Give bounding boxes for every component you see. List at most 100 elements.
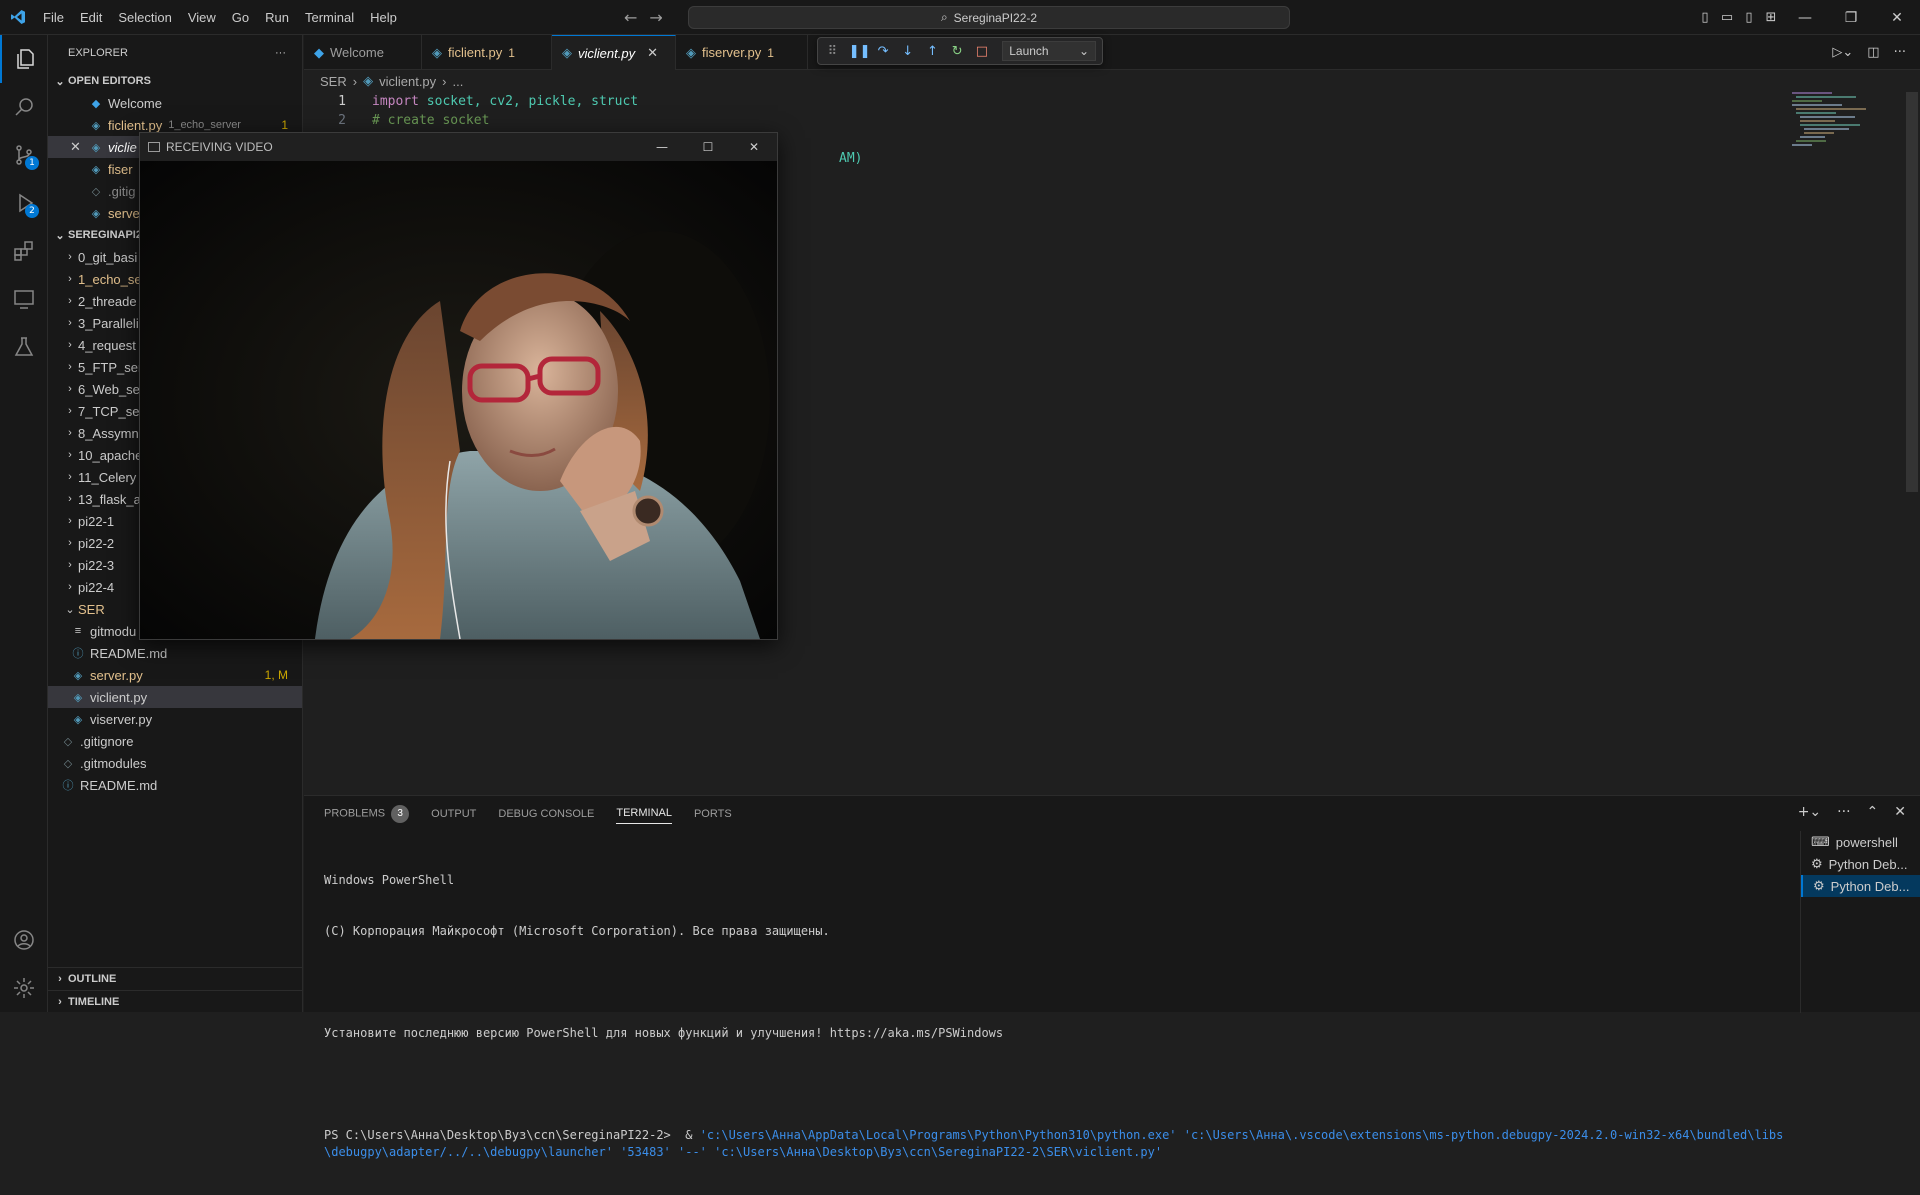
back-arrow-icon[interactable]: ← — [624, 8, 637, 27]
run-file-icon[interactable]: ▷⌄ — [1832, 45, 1853, 60]
file-viserver-py[interactable]: ◈ viserver.py — [48, 708, 302, 730]
settings-gear-icon[interactable] — [0, 964, 48, 1012]
chevron-right-icon: › — [68, 515, 72, 527]
restore-icon[interactable]: ❐ — [1828, 0, 1874, 35]
tab-welcome[interactable]: ◆ Welcome — [304, 35, 422, 70]
video-window-controls: — ☐ ✕ — [639, 133, 777, 161]
file-readme-ser[interactable]: ⓘ README.md — [48, 642, 302, 664]
tab-problem-count: 1 — [767, 45, 774, 60]
folder-label: 13_flask_a — [78, 491, 141, 507]
extensions-icon[interactable] — [0, 227, 48, 275]
tab-viclient[interactable]: ◈ viclient.py ✕ — [552, 35, 676, 70]
folder-label: pi22-1 — [78, 513, 115, 529]
command-center-search[interactable]: ⌕ SereginaPI22-2 — [688, 6, 1290, 29]
breadcrumb-folder[interactable]: SER — [320, 74, 347, 89]
menu-edit[interactable]: Edit — [72, 0, 110, 35]
outline-header[interactable]: › OUTLINE — [48, 968, 303, 990]
drag-handle-icon[interactable]: ⠿ — [824, 44, 841, 59]
tab-problems[interactable]: PROBLEMS 3 — [324, 804, 410, 823]
step-into-icon[interactable]: ↓ — [899, 44, 916, 59]
file-gitignore-root[interactable]: ◇ .gitignore — [48, 730, 302, 752]
account-icon[interactable] — [0, 916, 48, 964]
tab-output[interactable]: OUTPUT — [431, 808, 476, 820]
menu-terminal[interactable]: Terminal — [297, 0, 362, 35]
run-debug-icon[interactable]: 2 — [0, 179, 48, 227]
open-editors-header[interactable]: ⌄ OPEN EDITORS — [48, 70, 302, 92]
toggle-sidebar-icon[interactable]: ▯ — [1694, 0, 1716, 35]
more-actions-icon[interactable]: ··· — [275, 47, 286, 59]
open-editor-welcome[interactable]: ◆ Welcome — [48, 92, 302, 114]
tab-terminal[interactable]: TERMINAL — [616, 807, 672, 824]
terminal-icon: ⌨ — [1811, 834, 1830, 849]
step-out-icon[interactable]: ↑ — [924, 44, 941, 59]
terminal-item-python-debug-2[interactable]: ⚙ Python Deb... — [1801, 875, 1920, 897]
menu-run[interactable]: Run — [257, 0, 297, 35]
receiving-video-window[interactable]: RECEIVING VIDEO — ☐ ✕ — [139, 132, 778, 640]
breadcrumb-file[interactable]: viclient.py — [379, 74, 436, 89]
more-actions-icon[interactable]: ··· — [1837, 804, 1850, 820]
split-editor-icon[interactable]: ◫ — [1867, 45, 1879, 60]
python-file-icon: ◈ — [91, 163, 101, 176]
menu-help[interactable]: Help — [362, 0, 405, 35]
folder-label: 3_Paralleli — [78, 315, 139, 331]
gitignore-icon: ◇ — [91, 185, 101, 198]
toggle-panel-icon[interactable]: ▭ — [1716, 0, 1738, 35]
tab-ports[interactable]: PORTS — [694, 808, 732, 820]
close-panel-icon[interactable]: ✕ — [1894, 804, 1906, 820]
file-label: README.md — [90, 645, 168, 661]
forward-arrow-icon[interactable]: → — [649, 8, 662, 27]
remote-explorer-icon[interactable] — [0, 275, 48, 323]
tab-debug-console[interactable]: DEBUG CONSOLE — [498, 808, 594, 820]
chevron-right-icon: › — [68, 339, 72, 351]
customize-layout-icon[interactable]: ⊞ — [1760, 0, 1782, 35]
activity-bar-bottom — [0, 916, 48, 1012]
terminal-item-powershell[interactable]: ⌨ powershell — [1801, 831, 1920, 853]
toggle-secondary-sidebar-icon[interactable]: ▯ — [1738, 0, 1760, 35]
terminal-item-label: Python Deb... — [1830, 878, 1910, 894]
open-editor-label: fiser — [108, 161, 133, 177]
file-gitmodules-root[interactable]: ◇ .gitmodules — [48, 752, 302, 774]
breadcrumb-symbols[interactable]: ... — [453, 74, 464, 89]
menu-selection[interactable]: Selection — [110, 0, 179, 35]
minimize-icon[interactable]: — — [639, 133, 685, 161]
explorer-icon[interactable] — [0, 35, 48, 83]
tab-ficlient[interactable]: ◈ ficlient.py 1 — [422, 35, 552, 70]
stop-icon[interactable]: □ — [974, 44, 991, 59]
minimize-icon[interactable]: — — [1782, 0, 1828, 35]
file-viclient-py[interactable]: ◈ viclient.py — [48, 686, 302, 708]
lines-file-icon: ≡ — [74, 625, 82, 637]
restart-icon[interactable]: ↻ — [949, 44, 966, 59]
timeline-header[interactable]: › TIMELINE — [48, 990, 303, 1012]
minimap[interactable] — [1792, 92, 1904, 152]
window-app-icon — [148, 142, 160, 152]
terminal-output[interactable]: Windows PowerShell (C) Корпорация Майкро… — [324, 838, 1794, 1195]
close-window-icon[interactable]: ✕ — [1874, 0, 1920, 35]
gitignore-icon: ◇ — [63, 757, 73, 770]
search-icon[interactable] — [0, 83, 48, 131]
new-terminal-icon[interactable]: +⌄ — [1798, 804, 1821, 820]
maximize-panel-icon[interactable]: ⌃ — [1867, 804, 1879, 820]
file-readme-root[interactable]: ⓘ README.md — [48, 774, 302, 796]
step-over-icon[interactable]: ↷ — [875, 44, 892, 59]
testing-icon[interactable] — [0, 323, 48, 371]
maximize-icon[interactable]: ☐ — [685, 133, 731, 161]
more-actions-icon[interactable]: ··· — [1894, 45, 1906, 60]
close-tab-icon[interactable]: ✕ — [647, 45, 658, 61]
pause-icon[interactable]: ❚❚ — [849, 44, 871, 59]
chevron-right-icon: › — [68, 383, 72, 395]
source-control-icon[interactable]: 1 — [0, 131, 48, 179]
terminal-item-python-debug-1[interactable]: ⚙ Python Deb... — [1801, 853, 1920, 875]
menu-view[interactable]: View — [180, 0, 224, 35]
launch-config-select[interactable]: Launch ⌄ — [1002, 41, 1097, 61]
close-window-icon[interactable]: ✕ — [731, 133, 777, 161]
menu-go[interactable]: Go — [224, 0, 257, 35]
tab-label: fiserver.py — [702, 45, 762, 60]
tab-fiserver[interactable]: ◈ fiserver.py 1 — [676, 35, 808, 70]
close-icon[interactable]: ✕ — [70, 139, 88, 155]
python-file-icon: ◈ — [91, 207, 101, 220]
menu-file[interactable]: File — [35, 0, 72, 35]
editor-scrollbar[interactable] — [1906, 92, 1918, 492]
chevron-right-icon: › — [442, 73, 447, 89]
file-server-py[interactable]: ◈ server.py 1, M — [48, 664, 302, 686]
